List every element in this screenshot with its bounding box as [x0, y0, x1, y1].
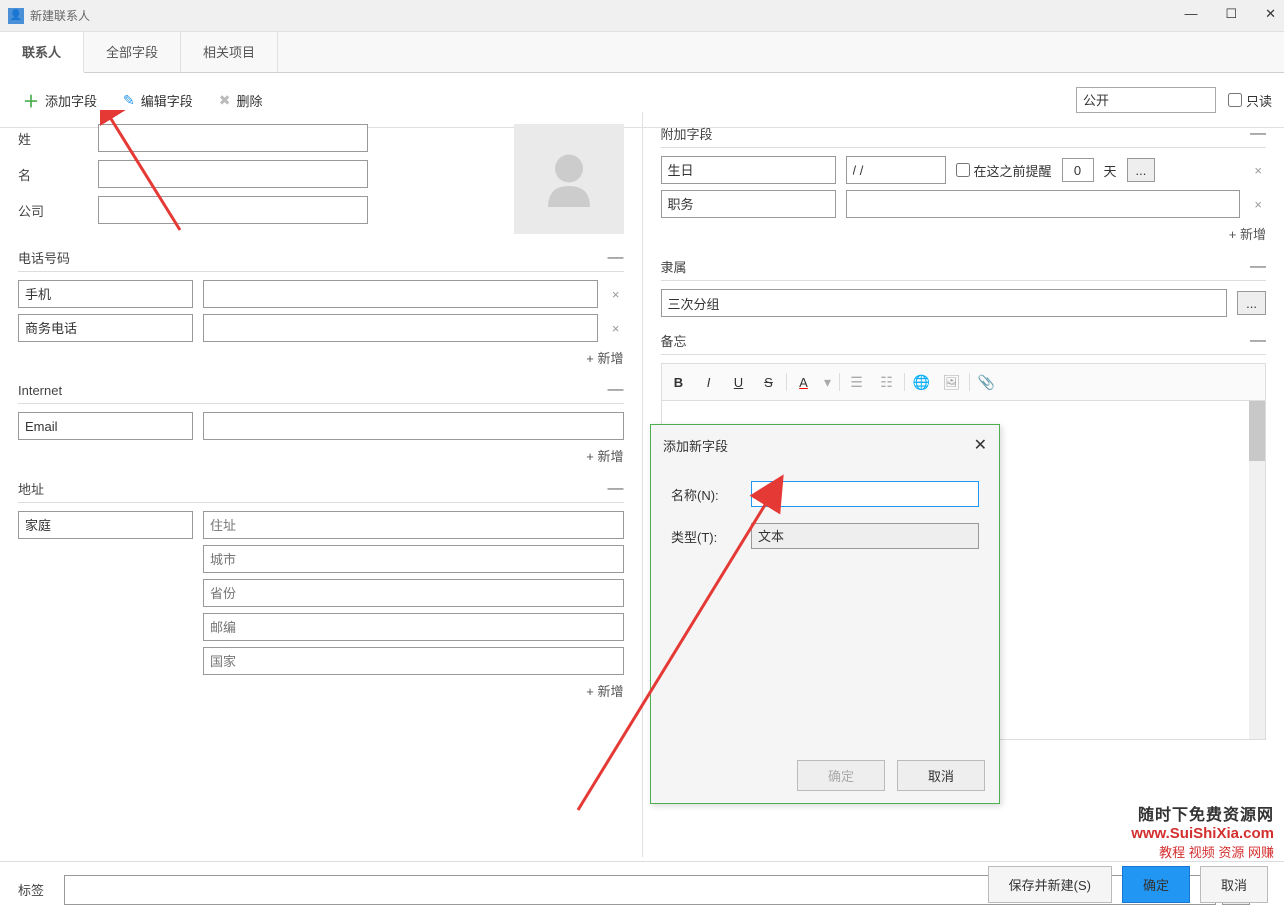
phone-input-2[interactable] [203, 314, 598, 342]
memo-header: 备忘 [661, 331, 687, 350]
attachment-icon[interactable]: 📎 [974, 370, 1000, 394]
internet-type[interactable]: Email [18, 412, 193, 440]
window-title: 新建联系人 [30, 7, 90, 24]
collapse-icon[interactable]: — [1250, 258, 1266, 276]
left-panel: 姓 名 公司 电话号码 — 手机 × 商务电话 × + 新增 Internet — Em… [0, 112, 643, 857]
remind-days-input[interactable] [1062, 158, 1094, 182]
collapse-icon[interactable]: — [608, 381, 624, 399]
contact-icon: 👤 [8, 8, 24, 24]
save-and-new-button[interactable]: 保存并新建(S) [988, 866, 1112, 903]
dialog-cancel-button[interactable]: 取消 [897, 760, 985, 791]
name-input[interactable] [98, 160, 368, 188]
phone-type-1[interactable]: 手机 [18, 280, 193, 308]
extra-header: 附加字段 [661, 124, 713, 143]
birthday-select[interactable]: 生日 [661, 156, 836, 184]
dialog-type-select[interactable]: 文本 [751, 523, 979, 549]
visibility-select[interactable]: 公开 [1076, 87, 1216, 113]
group-browse-button[interactable]: ... [1237, 291, 1266, 315]
job-input[interactable] [846, 190, 1241, 218]
strike-icon[interactable]: S [756, 370, 782, 394]
tag-label: 标签 [18, 880, 64, 899]
number-list-icon[interactable]: ☷ [874, 370, 900, 394]
add-field-dialog: 添加新字段 ✕ 名称(N): 类型(T):文本 确定 取消 [650, 424, 1000, 804]
cancel-button[interactable]: 取消 [1200, 866, 1268, 903]
ok-button[interactable]: 确定 [1122, 866, 1190, 903]
maximize-icon[interactable]: ☐ [1225, 6, 1237, 22]
remind-checkbox[interactable]: 在这之前提醒 [956, 161, 1052, 180]
add-phone-button[interactable]: + 新增 [586, 351, 623, 366]
image-icon[interactable]: 🖼 [939, 370, 965, 394]
font-color-icon[interactable]: A [791, 370, 817, 394]
bold-icon[interactable]: B [666, 370, 692, 394]
add-address-button[interactable]: + 新增 [586, 684, 623, 699]
job-select[interactable]: 职务 [661, 190, 836, 218]
more-button[interactable]: ... [1127, 158, 1156, 182]
add-extra-button[interactable]: + 新增 [1229, 227, 1266, 242]
tab-related[interactable]: 相关项目 [181, 32, 278, 72]
avatar[interactable] [514, 124, 624, 234]
clear-icon[interactable]: × [608, 287, 624, 302]
underline-icon[interactable]: U [726, 370, 752, 394]
add-internet-button[interactable]: + 新增 [586, 449, 623, 464]
name-label: 名 [18, 165, 98, 184]
tab-allfields[interactable]: 全部字段 [84, 32, 181, 72]
pencil-icon: ✎ [123, 92, 135, 109]
dialog-close-icon[interactable]: ✕ [974, 435, 987, 455]
dialog-type-label: 类型(T): [671, 527, 751, 546]
address-input[interactable] [203, 511, 624, 539]
x-icon: ✖ [219, 92, 231, 109]
scrollbar[interactable] [1249, 401, 1265, 739]
link-icon[interactable]: 🌐 [909, 370, 935, 394]
group-display[interactable]: 三次分组 [661, 289, 1228, 317]
city-input[interactable] [203, 545, 624, 573]
phone-type-2[interactable]: 商务电话 [18, 314, 193, 342]
dialog-name-label: 名称(N): [671, 485, 751, 504]
titlebar: 👤 新建联系人 — ☐ ✕ [0, 0, 1284, 32]
province-input[interactable] [203, 579, 624, 607]
tab-bar: 联系人 全部字段 相关项目 [0, 32, 1284, 73]
phone-header: 电话号码 [18, 248, 70, 267]
editor-toolbar: B I U S A ▾ ☰ ☷ 🌐 🖼 📎 [661, 363, 1267, 400]
internet-header: Internet [18, 383, 62, 398]
surname-label: 姓 [18, 129, 98, 148]
company-input[interactable] [98, 196, 368, 224]
dialog-name-input[interactable] [751, 481, 979, 507]
window-buttons: — ☐ ✕ [1184, 6, 1276, 22]
surname-input[interactable] [98, 124, 368, 152]
clear-icon[interactable]: × [608, 321, 624, 336]
collapse-icon[interactable]: — [1250, 332, 1266, 350]
company-label: 公司 [18, 201, 98, 220]
readonly-checkbox[interactable]: 只读 [1228, 91, 1272, 110]
dropdown-icon[interactable]: ▾ [821, 370, 835, 394]
zip-input[interactable] [203, 613, 624, 641]
bullet-list-icon[interactable]: ☰ [844, 370, 870, 394]
collapse-icon[interactable]: — [608, 480, 624, 498]
dialog-title: 添加新字段 [663, 436, 728, 455]
date-select[interactable]: / / [846, 156, 946, 184]
address-type[interactable]: 家庭 [18, 511, 193, 539]
italic-icon[interactable]: I [696, 370, 722, 394]
clear-icon[interactable]: × [1250, 197, 1266, 212]
address-header: 地址 [18, 479, 44, 498]
dialog-ok-button[interactable]: 确定 [797, 760, 885, 791]
clear-icon[interactable]: × [1250, 163, 1266, 178]
close-icon[interactable]: ✕ [1265, 6, 1276, 22]
belong-header: 隶属 [661, 257, 687, 276]
tab-contact[interactable]: 联系人 [0, 32, 84, 73]
country-input[interactable] [203, 647, 624, 675]
plus-icon: ＋ [23, 88, 39, 112]
minimize-icon[interactable]: — [1184, 6, 1197, 22]
collapse-icon[interactable]: — [608, 249, 624, 267]
email-input[interactable] [203, 412, 624, 440]
phone-input-1[interactable] [203, 280, 598, 308]
collapse-icon[interactable]: — [1250, 125, 1266, 143]
